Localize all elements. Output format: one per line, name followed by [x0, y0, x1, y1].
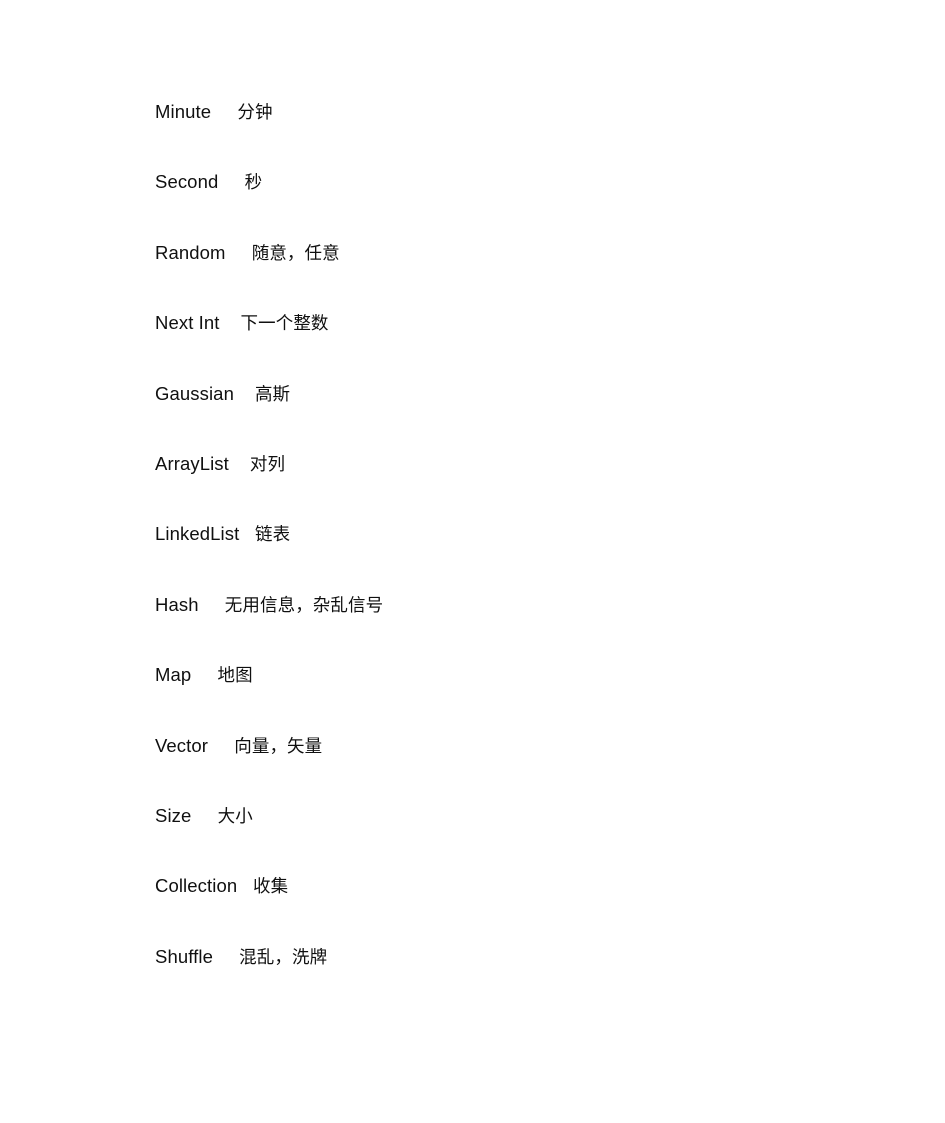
glossary-entry: Map 地图 [155, 661, 895, 731]
glossary-term: LinkedList [155, 523, 240, 545]
glossary-separator [234, 383, 255, 404]
glossary-entry: Gaussian 高斯 [155, 380, 895, 450]
glossary-separator [199, 594, 225, 615]
document-page: Minute 分钟 Second 秒 Random 随意，任意 Next Int 下一… [0, 0, 945, 1123]
glossary-term: Second [155, 171, 219, 193]
glossary-separator [218, 171, 244, 192]
glossary-term: Size [155, 804, 192, 826]
glossary-entry: Shuffle 混乱，洗牌 [155, 943, 895, 1013]
glossary-entry: Next Int 下一个整数 [155, 309, 895, 379]
glossary-separator [237, 875, 253, 896]
glossary-separator [229, 453, 250, 474]
glossary-term: Gaussian [155, 382, 234, 404]
glossary-entry: Collection 收集 [155, 872, 895, 942]
glossary-gloss: 秒 [244, 173, 263, 194]
glossary-separator [208, 735, 234, 756]
glossary-term: Next Int [155, 312, 220, 334]
glossary-gloss: 高斯 [254, 384, 291, 405]
glossary-gloss: 收集 [252, 877, 289, 898]
glossary-term: Map [155, 664, 192, 686]
glossary-entry: Random 随意，任意 [155, 239, 895, 309]
glossary-term: Shuffle [155, 945, 213, 967]
glossary-entry: Size 大小 [155, 802, 895, 872]
glossary-term: Vector [155, 734, 209, 756]
glossary-entry: ArrayList 对列 [155, 450, 895, 520]
glossary-separator [191, 664, 217, 685]
glossary-term: Hash [155, 593, 199, 615]
glossary-separator [211, 101, 237, 122]
glossary-term: Random [155, 241, 226, 263]
glossary-separator [226, 242, 252, 263]
glossary-entry: Second 秒 [155, 168, 895, 238]
glossary-gloss: 无用信息，杂乱信号 [224, 595, 384, 616]
glossary-gloss: 向量，矢量 [234, 736, 323, 757]
glossary-separator [220, 312, 241, 333]
glossary-entry: Vector 向量，矢量 [155, 732, 895, 802]
glossary-gloss: 随意，任意 [251, 243, 340, 264]
glossary-separator [191, 805, 217, 826]
glossary-gloss: 地图 [217, 666, 253, 687]
glossary-entry: Hash 无用信息，杂乱信号 [155, 591, 895, 661]
glossary-gloss: 链表 [255, 525, 291, 546]
glossary-entry: LinkedList 链表 [155, 520, 895, 590]
glossary-gloss: 大小 [217, 806, 253, 827]
glossary-term: ArrayList [155, 452, 229, 474]
glossary-gloss: 混乱，洗牌 [239, 947, 328, 968]
glossary-term: Minute [155, 101, 212, 122]
glossary-term: Collection [155, 875, 238, 897]
glossary-entry: Minute 分钟 [155, 98, 895, 168]
glossary-separator [213, 946, 239, 967]
glossary-gloss: 分钟 [237, 103, 273, 123]
glossary-list: Minute 分钟 Second 秒 Random 随意，任意 Next Int 下一… [155, 98, 895, 1013]
glossary-separator [239, 523, 255, 544]
glossary-gloss: 下一个整数 [240, 314, 329, 335]
glossary-gloss: 对列 [249, 454, 286, 475]
